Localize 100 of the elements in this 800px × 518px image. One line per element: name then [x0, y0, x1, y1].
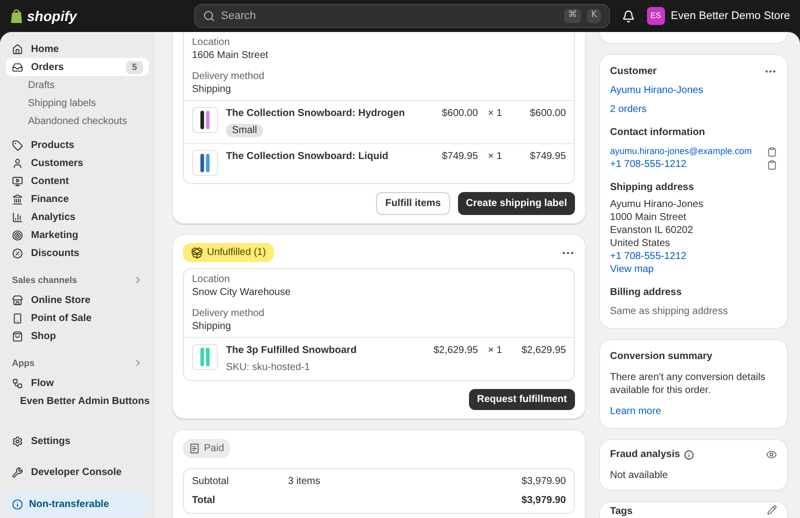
- info-icon[interactable]: [684, 450, 694, 460]
- nav-item[interactable]: Analytics: [6, 208, 149, 226]
- nav-item[interactable]: Finance: [6, 190, 149, 208]
- email-link[interactable]: ayumu.hirano-jones@example.com: [610, 145, 752, 158]
- secondary-button[interactable]: Fulfill items: [376, 192, 450, 215]
- snowboard-thumbnail: [192, 107, 218, 133]
- quantity: × 1: [486, 150, 504, 163]
- product-name[interactable]: The 3p Fulfilled Snowboard: [226, 344, 357, 357]
- summary-value: $3,979.90: [522, 475, 566, 488]
- person-icon: [12, 158, 23, 168]
- orders-link[interactable]: 2 orders: [610, 103, 647, 116]
- unit-price: $2,629.95: [432, 344, 478, 357]
- wrench-icon: [12, 466, 23, 478]
- nav-item[interactable]: Customers: [6, 154, 149, 172]
- clipboard-icon[interactable]: [767, 160, 777, 170]
- card-title: Shipping address: [610, 181, 694, 194]
- card-title: Contact information: [610, 126, 705, 139]
- conversion-text: There aren't any conversion details available for this order.: [610, 371, 766, 397]
- summary-label: Total: [192, 494, 216, 507]
- sku-text: SKU: sku-hosted-1: [226, 361, 310, 374]
- learn-more-link[interactable]: Learn more: [610, 405, 662, 418]
- nav-item[interactable]: Shop: [6, 327, 149, 345]
- nav-subitem[interactable]: Abandoned checkouts: [6, 112, 149, 130]
- nav-item[interactable]: Flow: [6, 374, 149, 392]
- inbox-icon: [12, 62, 23, 72]
- search-field[interactable]: Search ⌘ K: [194, 4, 610, 28]
- snowboard-thumbnail: [192, 150, 218, 176]
- nav-subitem[interactable]: Drafts: [6, 76, 149, 94]
- image-icon: [12, 176, 23, 186]
- nav-item[interactable]: Developer Console: [6, 463, 149, 481]
- plan-notice[interactable]: Non-transferable: [6, 492, 149, 516]
- search-input[interactable]: Search: [221, 8, 558, 24]
- brand-name[interactable]: shopify: [27, 6, 77, 26]
- phone-link[interactable]: +1 708-555-1212: [610, 158, 686, 171]
- card-title: Fraud analysis: [610, 448, 680, 461]
- line-total: $2,629.95: [520, 344, 566, 357]
- field-value: Snow City Warehouse: [192, 286, 292, 299]
- variant-tag: Small: [226, 124, 264, 137]
- address-line: Evanston IL 60202: [610, 224, 694, 237]
- primary-button[interactable]: Create shipping label: [458, 192, 575, 215]
- address-line: 1000 Main Street: [610, 211, 688, 224]
- field-label: Location: [192, 273, 231, 286]
- unit-price: $749.95: [440, 150, 478, 163]
- shortcut-key: ⌘: [564, 9, 582, 23]
- summary-value: $3,979.90: [522, 494, 566, 507]
- field-label: Location: [192, 36, 231, 49]
- card-title: Tags: [610, 505, 633, 518]
- status-badge: Unfulfilled (1): [183, 243, 274, 262]
- receipt-icon: [189, 443, 200, 454]
- section-title: Apps: [12, 356, 34, 370]
- home-icon: [12, 44, 23, 54]
- settings-icon: [12, 436, 23, 446]
- shortcut-key: K: [587, 9, 601, 23]
- nav-subitem[interactable]: Shipping labels: [6, 94, 149, 112]
- bell-icon[interactable]: [622, 10, 635, 22]
- shopping-bag-logo-icon: [10, 8, 23, 24]
- summary-detail: 3 items: [288, 475, 322, 488]
- nav-item[interactable]: Online Store: [6, 291, 149, 309]
- nav-item[interactable]: Orders 5: [6, 58, 149, 76]
- nav-item[interactable]: Home: [6, 40, 149, 58]
- nav-item[interactable]: Even Better Admin Buttons: [6, 392, 149, 410]
- store-icon: [12, 294, 23, 306]
- phone-link[interactable]: +1 708-555-1212: [610, 250, 704, 263]
- address-line: Ayumu Hirano-Jones: [610, 198, 704, 211]
- count-badge: 5: [126, 60, 143, 74]
- customer-link[interactable]: Ayumu Hirano-Jones: [610, 84, 704, 97]
- billing-text: Same as shipping address: [610, 305, 728, 318]
- nav-item[interactable]: Point of Sale: [6, 309, 149, 327]
- bar-chart-icon: [12, 212, 23, 222]
- card-title: Billing address: [610, 286, 682, 299]
- card-title: Customer: [610, 65, 657, 78]
- eye-icon[interactable]: [766, 449, 777, 460]
- clipboard-icon[interactable]: [767, 146, 777, 156]
- tag-icon: [12, 140, 23, 150]
- package-icon: [191, 246, 203, 258]
- map-link[interactable]: View map: [610, 263, 704, 276]
- product-name[interactable]: The Collection Snowboard: Hydrogen: [226, 107, 405, 120]
- snowboard-thumbnail: [192, 344, 218, 370]
- nav-item[interactable]: Content: [6, 172, 149, 190]
- bank-icon: [12, 194, 23, 204]
- store-name[interactable]: Even Better Demo Store: [670, 8, 790, 24]
- field-value: 1606 Main Street: [192, 49, 270, 62]
- nav-item[interactable]: Discounts: [6, 244, 149, 262]
- nav-item[interactable]: Products: [6, 136, 149, 154]
- search-icon: [203, 10, 215, 22]
- percent-icon: [12, 248, 23, 258]
- unit-price: $600.00: [440, 107, 478, 120]
- nav-item[interactable]: Marketing: [6, 226, 149, 244]
- flow-icon: [12, 378, 23, 388]
- address-line: United States: [610, 237, 672, 250]
- pencil-icon[interactable]: [767, 505, 777, 515]
- quantity: × 1: [486, 107, 504, 120]
- store-avatar[interactable]: ES: [646, 7, 665, 25]
- card-title: Conversion summary: [610, 350, 712, 363]
- field-label: Delivery method: [192, 70, 266, 83]
- status-badge: Paid: [183, 439, 230, 458]
- primary-button[interactable]: Request fulfillment: [468, 389, 575, 410]
- bag-icon: [12, 330, 23, 342]
- nav-item[interactable]: Settings: [6, 432, 149, 450]
- product-name[interactable]: The Collection Snowboard: Liquid: [226, 150, 388, 163]
